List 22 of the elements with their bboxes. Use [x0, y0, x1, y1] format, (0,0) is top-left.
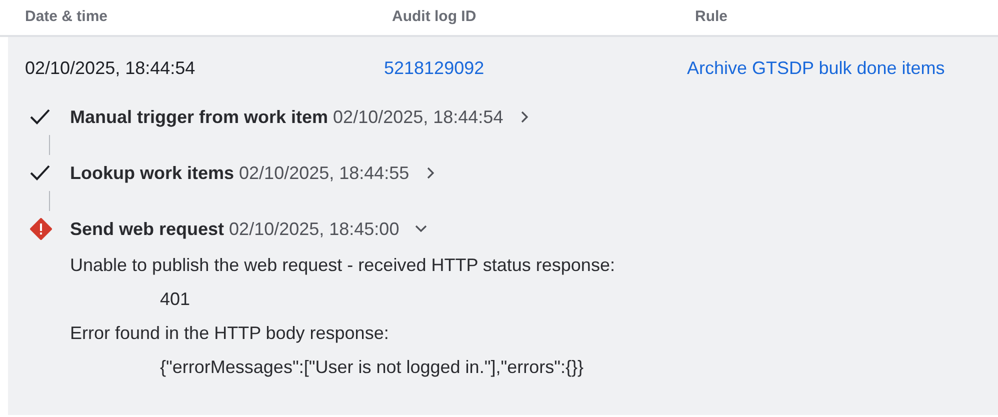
error-icon	[30, 218, 52, 240]
detail-message: Unable to publish the web request - received HTTP status response:	[70, 254, 615, 277]
rule-link[interactable]: Archive GTSDP bulk done items	[687, 54, 945, 82]
column-header: Rule	[695, 7, 728, 28]
step-time: 02/10/2025, 18:44:55	[239, 162, 410, 184]
step-title: Lookup work items	[70, 162, 234, 185]
step-time: 02/10/2025, 18:45:00	[229, 218, 400, 240]
detail-value: {"errorMessages":["User is not logged in."],"errors":{}}	[159, 356, 584, 379]
chevron-right-icon	[427, 167, 436, 179]
date-time-cell-text: 02/10/2025, 18:44:54	[25, 56, 196, 80]
column-header: Audit log ID	[392, 7, 476, 28]
column-header: Date & time	[25, 7, 108, 28]
checkmark-icon	[30, 109, 50, 125]
chevron-down-icon	[415, 225, 428, 233]
chevron-right-icon	[521, 111, 530, 123]
detail-value: 401	[159, 288, 190, 310]
step-title: Send web request	[70, 218, 224, 241]
checkmark-icon	[30, 165, 50, 181]
audit-log-id-link[interactable]: 5218129092	[384, 54, 484, 82]
detail-message: Error found in the HTTP body response:	[70, 322, 389, 345]
step-time: 02/10/2025, 18:44:54	[333, 106, 504, 128]
step-title: Manual trigger from work item	[70, 106, 328, 129]
